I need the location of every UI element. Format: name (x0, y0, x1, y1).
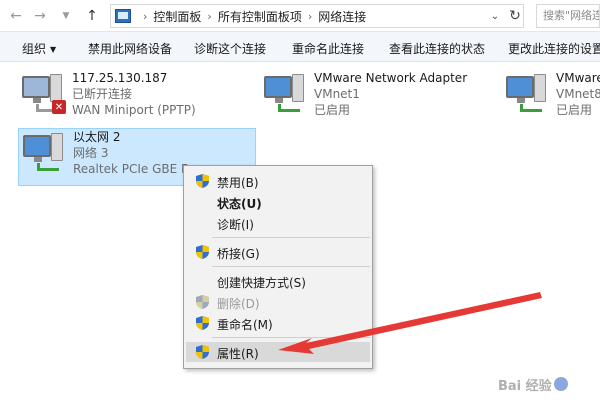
menu-item-label: 重命名(M) (217, 318, 273, 332)
connection-status: 已断开连接 (72, 87, 133, 101)
address-dropdown-chevron-icon[interactable]: ⌄ (486, 4, 504, 28)
uac-shield-icon (196, 316, 209, 330)
change-settings-button[interactable]: 更改此连接的设置 (508, 40, 600, 57)
breadcrumb-item-control-panel[interactable]: 控制面板 (153, 8, 201, 25)
menu-item-status[interactable]: 状态(U) (186, 192, 370, 212)
menu-item-diagnose[interactable]: 诊断(I) (186, 213, 370, 233)
connection-status: VMnet1 (314, 87, 360, 101)
breadcrumb-item-all-items[interactable]: 所有控制面板项 (218, 8, 302, 25)
menu-item-bridge[interactable]: 桥接(G) (186, 242, 370, 262)
rename-connection-button[interactable]: 重命名此连接 (292, 40, 364, 57)
control-panel-icon (115, 9, 131, 23)
paw-logo-icon (553, 377, 568, 391)
menu-item-disable[interactable]: 禁用(B) (186, 171, 370, 191)
search-input[interactable]: 搜索"网络连 (536, 4, 600, 28)
menu-item-label: 删除(D) (217, 297, 260, 311)
breadcrumb-item-network-connections[interactable]: 网络连接 (318, 8, 366, 25)
menu-separator (212, 237, 370, 238)
chevron-down-icon: ▼ (50, 45, 57, 54)
menu-item-properties[interactable]: 属性(R) (186, 342, 370, 362)
menu-item-label: 桥接(G) (217, 247, 260, 261)
breadcrumb-separator-icon[interactable]: › (308, 10, 312, 23)
menu-item-create-shortcut[interactable]: 创建快捷方式(S) (186, 271, 370, 291)
connection-name: 以太网 2 (73, 130, 121, 144)
network-computer-icon: ✕ (20, 70, 66, 116)
up-arrow-icon[interactable]: ↑ (82, 6, 102, 26)
disconnected-x-icon: ✕ (52, 100, 66, 114)
connection-name: VMware (556, 71, 600, 85)
watermark-text: Bai 经验 (498, 378, 552, 394)
connection-status: VMnet8 (556, 87, 600, 101)
connection-item-vmnet1[interactable]: VMware Network Adapter VMnet1 已启用 (262, 70, 492, 128)
menu-separator (212, 266, 370, 267)
refresh-icon[interactable]: ↻ (506, 7, 524, 25)
menu-item-label: 诊断(I) (217, 218, 254, 232)
view-status-button[interactable]: 查看此连接的状态 (389, 40, 485, 57)
connection-device: 已启用 (556, 103, 593, 117)
context-menu: 禁用(B) 状态(U) 诊断(I) 桥接(G) 创建快捷方式(S) 删除(D) … (183, 165, 373, 369)
menu-item-label: 创建快捷方式(S) (217, 276, 306, 290)
network-computer-icon (262, 70, 308, 116)
command-toolbar: 组织 ▼ 禁用此网络设备 诊断这个连接 重命名此连接 查看此连接的状态 更改此连接… (0, 32, 600, 62)
menu-separator (212, 337, 370, 338)
organize-label: 组织 (22, 42, 47, 56)
menu-item-label: 状态(U) (217, 197, 262, 211)
disable-device-button[interactable]: 禁用此网络设备 (88, 40, 172, 57)
network-computer-icon (21, 129, 67, 175)
address-bar-row: ← → ▼ ↑ › 控制面板 › 所有控制面板项 › 网络连接 ⌄ ↻ 搜索"网… (0, 0, 600, 32)
connection-device: Realtek PCIe GBE Fa (73, 162, 195, 176)
watermark: Bai 经验 (498, 372, 594, 396)
uac-shield-icon (196, 345, 209, 359)
uac-shield-icon (196, 174, 209, 188)
uac-shield-icon (196, 245, 209, 259)
connection-device: 已启用 (314, 103, 351, 117)
network-computer-icon (504, 70, 550, 116)
back-arrow-icon[interactable]: ← (6, 6, 26, 26)
breadcrumb[interactable]: › 控制面板 › 所有控制面板项 › 网络连接 (110, 4, 524, 28)
forward-arrow-icon[interactable]: → (30, 6, 50, 26)
connection-device: WAN Miniport (PPTP) (72, 103, 196, 117)
menu-item-delete: 删除(D) (186, 292, 370, 312)
recent-locations-chevron-icon[interactable]: ▼ (56, 6, 76, 26)
menu-item-label: 禁用(B) (217, 176, 259, 190)
menu-item-label: 属性(R) (217, 347, 259, 361)
breadcrumb-separator-icon[interactable]: › (207, 10, 211, 23)
connection-item-vpn[interactable]: ✕ 117.25.130.187 已断开连接 WAN Miniport (PPT… (20, 70, 250, 128)
connection-item-vmnet8[interactable]: VMware VMnet8 已启用 (504, 70, 600, 128)
menu-item-rename[interactable]: 重命名(M) (186, 313, 370, 333)
connection-name: VMware Network Adapter (314, 71, 468, 85)
uac-shield-icon (196, 295, 209, 309)
organize-menu[interactable]: 组织 ▼ (22, 40, 56, 57)
connection-name: 117.25.130.187 (72, 71, 168, 85)
breadcrumb-separator-icon[interactable]: › (143, 10, 147, 23)
connection-status: 网络 3 (73, 146, 109, 160)
diagnose-connection-button[interactable]: 诊断这个连接 (194, 40, 266, 57)
